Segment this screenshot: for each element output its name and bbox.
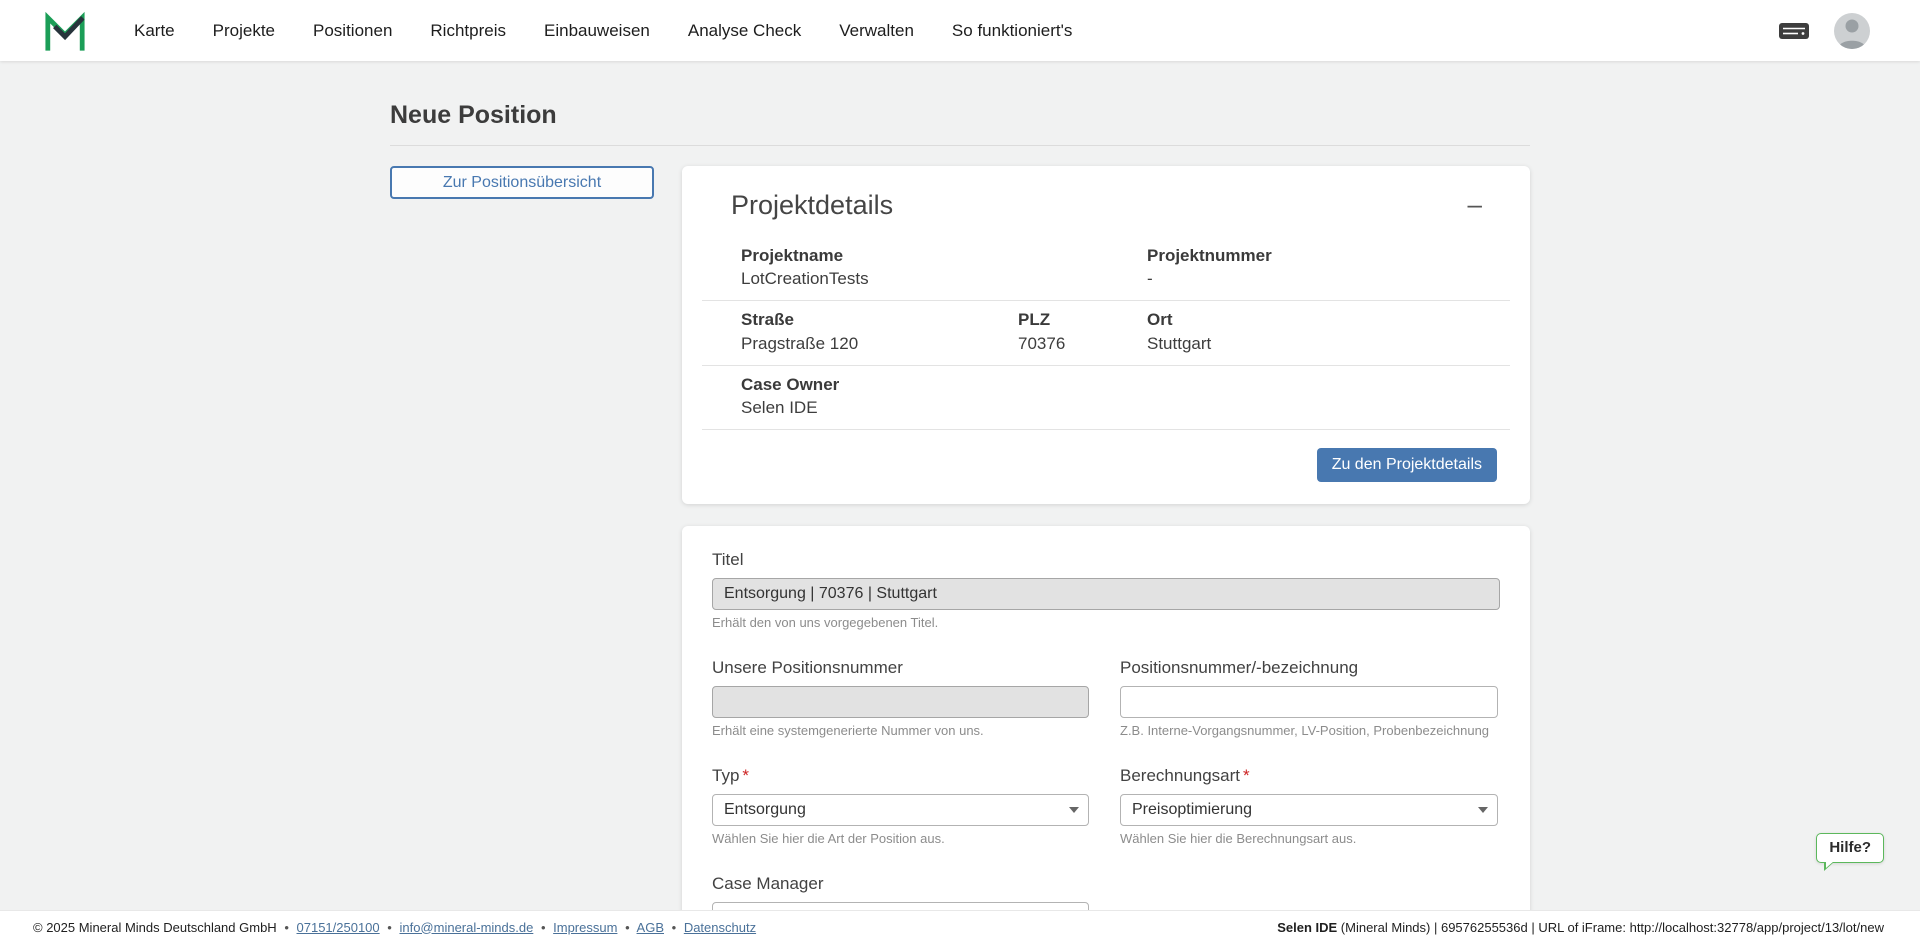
email-link[interactable]: info@mineral-minds.de — [399, 920, 533, 935]
project-details-title: Projektdetails — [731, 190, 893, 221]
ort-label: Ort — [1147, 309, 1510, 330]
required-asterisk: * — [1243, 766, 1250, 785]
help-button[interactable]: Hilfe? — [1816, 833, 1884, 863]
projektnummer-value: - — [1147, 268, 1510, 290]
mineral-minds-logo-icon[interactable] — [44, 10, 86, 52]
phone-link[interactable]: 07151/250100 — [297, 920, 380, 935]
session-details: (Mineral Minds) | 69576255536d | URL of … — [1337, 920, 1884, 935]
case-owner-value: Selen IDE — [741, 397, 1510, 419]
positionsnummer-label: Unsere Positionsnummer — [712, 658, 1089, 678]
case-owner-cell: Case Owner Selen IDE — [702, 374, 1510, 419]
berechnungsart-helper: Wählen Sie hier die Berechnungsart aus. — [1120, 831, 1498, 846]
page-title: Neue Position — [390, 101, 1530, 146]
footer: © 2025 Mineral Minds Deutschland GmbH • … — [0, 910, 1920, 943]
typ-select[interactable]: Entsorgung — [712, 794, 1089, 826]
person-icon — [1834, 13, 1870, 49]
right-column: Projektdetails – Projektname LotCreation… — [682, 166, 1530, 910]
main-content: Neue Position Zur Positionsübersicht Pro… — [0, 61, 1920, 910]
table-row: Projektname LotCreationTests Projektnumm… — [702, 237, 1510, 301]
nav-item-richtpreis[interactable]: Richtpreis — [430, 21, 506, 41]
chevron-down-icon — [1478, 807, 1488, 813]
nav-item-einbauweisen[interactable]: Einbauweisen — [544, 21, 650, 41]
positionsnummer-input — [712, 686, 1089, 718]
titel-input — [712, 578, 1500, 610]
chevron-down-icon — [1069, 807, 1079, 813]
typ-helper: Wählen Sie hier die Art der Position aus… — [712, 831, 1089, 846]
navbar: Karte Projekte Positionen Richtpreis Ein… — [0, 0, 1920, 61]
projektnummer-cell: Projektnummer - — [1147, 245, 1510, 290]
nav-item-positionen[interactable]: Positionen — [313, 21, 392, 41]
strasse-label: Straße — [741, 309, 1018, 330]
projektname-cell: Projektname LotCreationTests — [702, 245, 1147, 290]
session-user: Selen IDE — [1277, 920, 1337, 935]
user-avatar[interactable] — [1834, 13, 1870, 49]
projektname-value: LotCreationTests — [741, 268, 1147, 290]
footer-left: © 2025 Mineral Minds Deutschland GmbH • … — [33, 920, 756, 935]
nav-item-projekte[interactable]: Projekte — [213, 21, 275, 41]
position-form-card: Titel Erhält den von uns vorgegebenen Ti… — [682, 526, 1530, 910]
berechnungsart-label: Berechnungsart* — [1120, 766, 1498, 786]
copyright-text: © 2025 Mineral Minds Deutschland GmbH — [33, 920, 277, 935]
berechnungsart-field-group: Berechnungsart* Preisoptimierung Wählen … — [1120, 766, 1498, 846]
projektnummer-label: Projektnummer — [1147, 245, 1510, 266]
ort-cell: Ort Stuttgart — [1147, 309, 1510, 354]
impressum-link[interactable]: Impressum — [553, 920, 617, 935]
server-icon[interactable] — [1778, 20, 1810, 42]
case-manager-select[interactable]: Selen IDE — [712, 902, 1089, 910]
nav-item-so-funktionierts[interactable]: So funktioniert's — [952, 21, 1072, 41]
required-asterisk: * — [742, 766, 749, 785]
plz-cell: PLZ 70376 — [1018, 309, 1147, 354]
agb-link[interactable]: AGB — [637, 920, 664, 935]
back-to-positions-button[interactable]: Zur Positionsübersicht — [390, 166, 654, 199]
case-manager-field-group: Case Manager Selen IDE — [712, 874, 1089, 910]
footer-session-info: Selen IDE (Mineral Minds) | 69576255536d… — [1277, 920, 1884, 935]
case-owner-label: Case Owner — [741, 374, 1510, 395]
plz-label: PLZ — [1018, 309, 1147, 330]
positionsnummer-helper: Erhält eine systemgenerierte Nummer von … — [712, 723, 1089, 738]
nav-item-analyse-check[interactable]: Analyse Check — [688, 21, 801, 41]
berechnungsart-select[interactable]: Preisoptimierung — [1120, 794, 1498, 826]
case-manager-label: Case Manager — [712, 874, 1089, 894]
datenschutz-link[interactable]: Datenschutz — [684, 920, 756, 935]
strasse-cell: Straße Pragstraße 120 — [702, 309, 1018, 354]
strasse-value: Pragstraße 120 — [741, 333, 1018, 355]
collapse-icon[interactable]: – — [1462, 190, 1488, 218]
titel-helper: Erhält den von uns vorgegebenen Titel. — [712, 615, 1500, 630]
table-row: Case Owner Selen IDE — [702, 366, 1510, 430]
left-column: Zur Positionsübersicht — [390, 166, 654, 199]
typ-field-group: Typ* Entsorgung Wählen Sie hier die Art … — [712, 766, 1089, 846]
titel-label: Titel — [712, 550, 1500, 570]
bezeichnung-label: Positionsnummer/-bezeichnung — [1120, 658, 1498, 678]
titel-field-group: Titel Erhält den von uns vorgegebenen Ti… — [712, 550, 1500, 630]
nav-item-karte[interactable]: Karte — [134, 21, 175, 41]
main-nav: Karte Projekte Positionen Richtpreis Ein… — [134, 21, 1072, 41]
nav-item-verwalten[interactable]: Verwalten — [839, 21, 914, 41]
table-row: Straße Pragstraße 120 PLZ 70376 Ort Stut… — [702, 301, 1510, 365]
typ-label: Typ* — [712, 766, 1089, 786]
positionsnummer-field-group: Unsere Positionsnummer Erhält eine syste… — [712, 658, 1089, 738]
ort-value: Stuttgart — [1147, 333, 1510, 355]
go-to-project-details-button[interactable]: Zu den Projektdetails — [1317, 448, 1497, 482]
project-details-card: Projektdetails – Projektname LotCreation… — [682, 166, 1530, 504]
projektname-label: Projektname — [741, 245, 1147, 266]
plz-value: 70376 — [1018, 333, 1147, 355]
bezeichnung-input[interactable] — [1120, 686, 1498, 718]
bezeichnung-helper: Z.B. Interne-Vorgangsnummer, LV-Position… — [1120, 723, 1498, 738]
project-details-table: Projektname LotCreationTests Projektnumm… — [702, 237, 1510, 430]
navbar-right — [1778, 13, 1870, 49]
bezeichnung-field-group: Positionsnummer/-bezeichnung Z.B. Intern… — [1120, 658, 1498, 738]
